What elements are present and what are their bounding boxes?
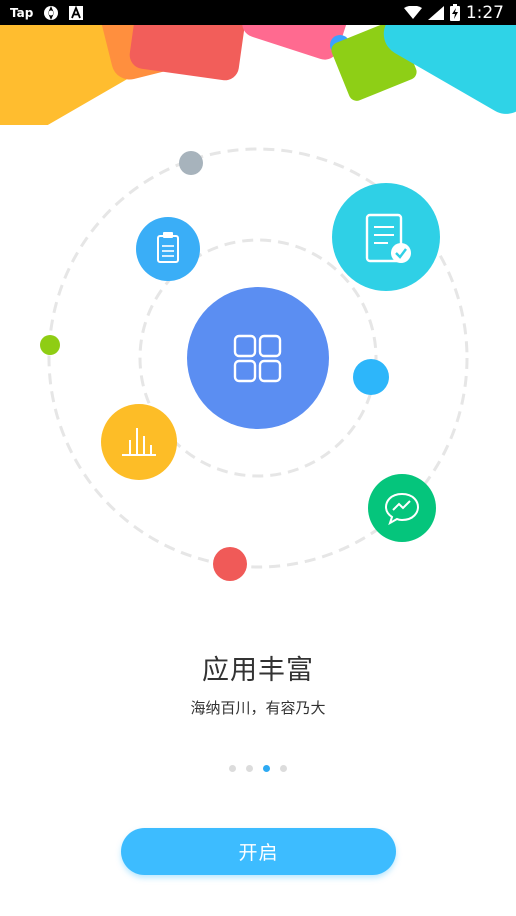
battery-charging-icon <box>449 4 460 21</box>
apps-grid-icon <box>187 287 329 429</box>
tap-app-label: Tap <box>10 5 34 20</box>
page-dot-2[interactable] <box>246 765 253 772</box>
clipboard-icon <box>136 217 200 281</box>
green-orbit-dot <box>40 335 60 355</box>
document-check-icon <box>332 183 440 291</box>
page-indicator <box>0 765 516 772</box>
page-dot-4[interactable] <box>280 765 287 772</box>
blue-orbit-dot <box>353 359 389 395</box>
decorative-header-shapes <box>0 25 516 125</box>
page-dot-3-active[interactable] <box>263 765 270 772</box>
gray-orbit-dot <box>179 151 203 175</box>
feature-subtitle: 海纳百川，有容乃大 <box>190 699 326 717</box>
status-right: 1:27 <box>403 2 516 23</box>
aperture-icon <box>44 5 59 20</box>
wifi-icon <box>403 5 422 19</box>
a-box-icon <box>69 5 84 20</box>
message-trend-icon <box>368 474 436 542</box>
status-left: Tap <box>0 5 84 21</box>
bar-chart-icon <box>101 404 177 480</box>
start-button[interactable]: 开启 <box>121 828 396 875</box>
page-dot-1[interactable] <box>229 765 236 772</box>
signal-icon <box>427 5 444 20</box>
orbit-illustration <box>40 147 469 581</box>
status-bar: Tap 1:27 <box>0 0 516 25</box>
feature-title: 应用丰富 <box>202 655 314 686</box>
status-time: 1:27 <box>465 2 504 23</box>
red-orbit-dot <box>213 547 247 581</box>
